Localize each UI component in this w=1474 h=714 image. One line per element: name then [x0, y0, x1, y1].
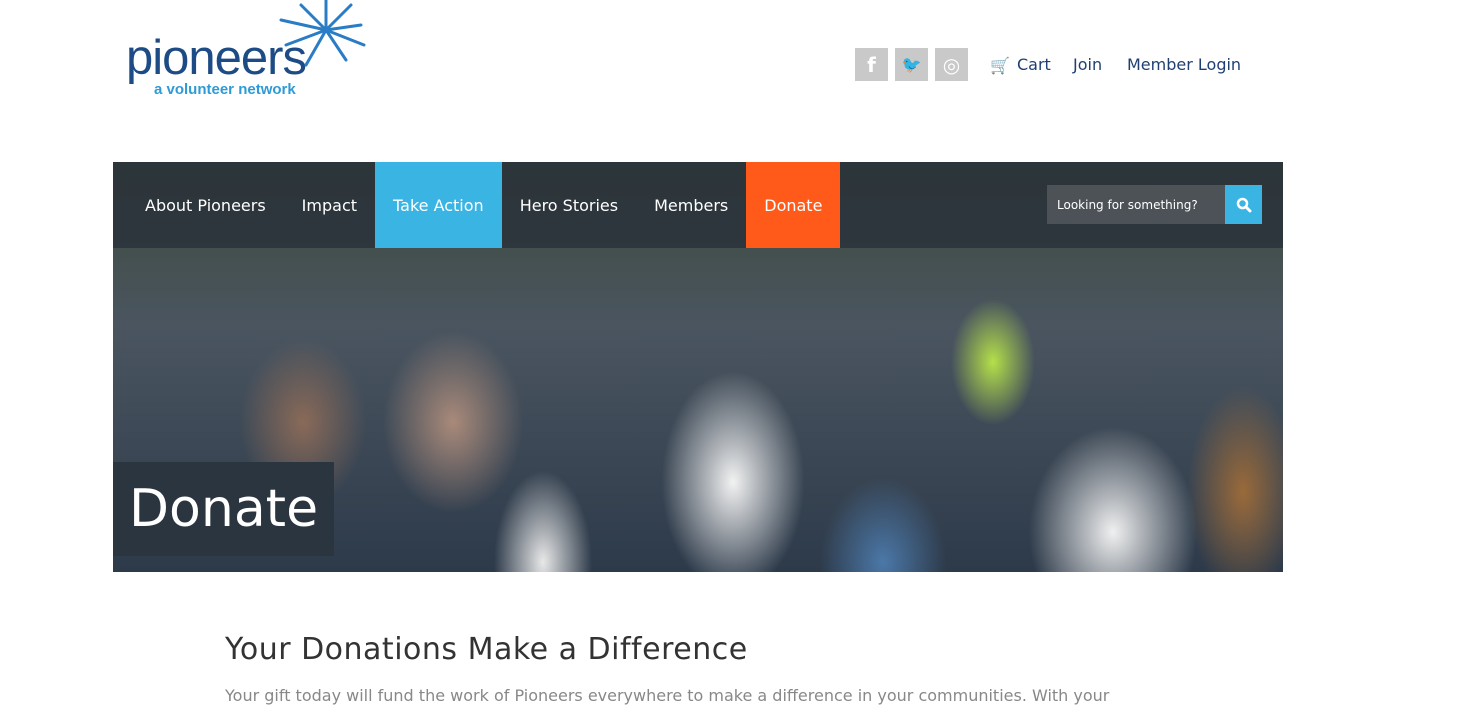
search-icon — [1236, 197, 1251, 212]
cart-link[interactable]: Cart — [1017, 55, 1051, 74]
nav-about-pioneers[interactable]: About Pioneers — [113, 162, 284, 248]
intro-text: Your gift today will fund the work of Pi… — [225, 686, 1110, 705]
search-box — [1047, 185, 1262, 224]
logo-tagline: a volunteer network — [154, 81, 296, 98]
nav-members[interactable]: Members — [636, 162, 746, 248]
facebook-icon[interactable]: f — [855, 48, 888, 81]
join-link[interactable]: Join — [1073, 55, 1102, 74]
main-nav: About Pioneers Impact Take Action Hero S… — [113, 162, 1283, 248]
twitter-icon[interactable]: 🐦 — [895, 48, 928, 81]
nav-take-action[interactable]: Take Action — [375, 162, 502, 248]
cart-icon[interactable]: 🛒 — [990, 56, 1010, 75]
logo[interactable]: pioneers a volunteer network — [126, 0, 376, 105]
nav-hero-stories[interactable]: Hero Stories — [502, 162, 636, 248]
search-input[interactable] — [1047, 185, 1225, 224]
instagram-icon[interactable]: ◎ — [935, 48, 968, 81]
member-login-link[interactable]: Member Login — [1127, 55, 1241, 74]
search-button[interactable] — [1225, 185, 1262, 224]
hero-title: Donate — [113, 462, 335, 556]
hero-banner: About Pioneers Impact Take Action Hero S… — [113, 162, 1283, 572]
nav-impact[interactable]: Impact — [284, 162, 375, 248]
star-burst-icon — [279, 0, 366, 67]
nav-donate[interactable]: Donate — [746, 162, 841, 248]
page-heading: Your Donations Make a Difference — [225, 632, 748, 667]
